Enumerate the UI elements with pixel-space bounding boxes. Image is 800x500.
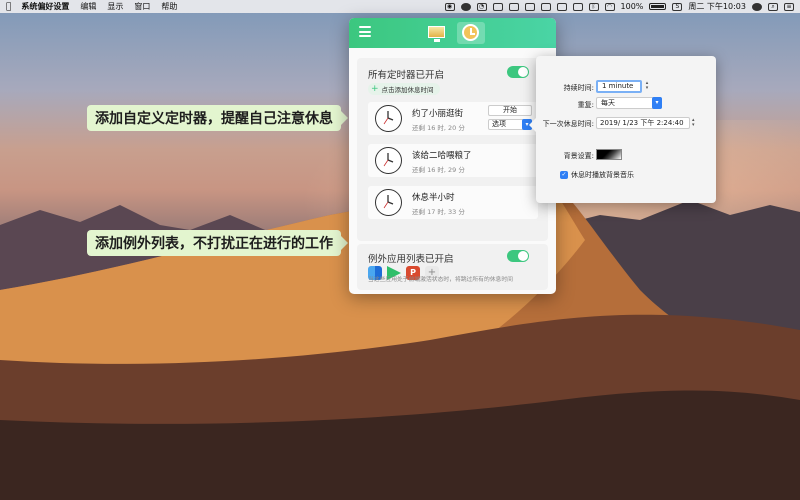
clock-face-icon (375, 189, 402, 216)
timer-remaining: 还剩 17 时, 33 分 (412, 208, 465, 216)
duration-field[interactable]: 1 minute (596, 80, 642, 93)
display-icon[interactable] (524, 2, 535, 11)
menu-window[interactable]: 窗口 (134, 1, 150, 12)
plus-icon: + (371, 84, 379, 94)
timer-name: 约了小丽逛街 (412, 109, 464, 119)
timer-detail-popover: 持续时间: 1 minute ▴ ▾ 重复: 每天 ▾ 下一次休息时间: 2019… (529, 56, 716, 203)
timer-remaining: 还剩 16 时, 29 分 (412, 166, 465, 174)
timer-item-1[interactable]: 约了小丽逛街 还剩 16 时, 20 分 开始 选项 ▾ (368, 102, 538, 135)
timer-popover: 所有定时器已开启 + 点击添加休息时间 约了小丽逛街 还剩 16 时, 20 分… (349, 18, 556, 294)
timers-toggle[interactable] (507, 66, 529, 78)
add-break-button[interactable]: + 点击添加休息时间 (368, 83, 440, 95)
airplay-icon[interactable] (540, 2, 551, 11)
next-break-stepper[interactable]: ▴ ▾ (692, 118, 695, 128)
search-icon[interactable]: ⌕ (768, 2, 778, 11)
dropbox-icon[interactable] (572, 2, 583, 11)
timers-section-title: 所有定时器已开启 (368, 70, 445, 81)
timer-name: 休息半小时 (412, 193, 455, 203)
timer-item-3[interactable]: 休息半小时 还剩 17 时, 33 分 (368, 186, 538, 219)
duration-stepper[interactable]: ▴ ▾ (644, 81, 650, 92)
music-checkbox-row[interactable]: ✓ 休息时播放背景音乐 (560, 170, 634, 180)
options-select[interactable]: 选项 ▾ (488, 119, 532, 130)
bluetooth-icon[interactable]: ᛒ (588, 2, 599, 11)
exceptions-toggle[interactable] (507, 250, 529, 262)
notification-center-icon[interactable]: ≡ (784, 2, 794, 11)
wechat-icon[interactable]: ◔ (476, 2, 487, 11)
callout-timers: 添加自定义定时器，提醒自己注意休息 (87, 105, 348, 131)
hamburger-menu-icon[interactable] (359, 26, 371, 37)
battery-icon[interactable] (649, 3, 667, 10)
user-avatar-icon[interactable] (752, 2, 762, 11)
keyboard-icon[interactable] (556, 2, 567, 11)
music-label: 休息时播放背景音乐 (571, 171, 634, 179)
image-icon[interactable] (492, 2, 503, 11)
options-select-label: 选项 (492, 120, 506, 128)
background-label: 背景设置: (563, 152, 594, 160)
cloud-icon[interactable] (460, 2, 471, 11)
tab-screen[interactable] (423, 22, 451, 44)
grid-icon[interactable] (508, 2, 519, 11)
background-swatch[interactable] (596, 149, 622, 160)
clock-face-icon (375, 147, 402, 174)
repeat-select-value: 每天 (601, 99, 615, 107)
repeat-select[interactable]: 每天 ▾ (596, 97, 662, 109)
menu-edit[interactable]: 编辑 (80, 1, 96, 12)
duration-label: 持续时间: (563, 84, 594, 92)
chevron-down-icon: ▾ (652, 97, 662, 109)
add-break-label: 点击添加休息时间 (381, 86, 434, 94)
start-button[interactable]: 开始 (488, 105, 532, 116)
menubar:  系统偏好设置 编辑 显示 窗口 帮助 ◉ ◔ ᛒ ◠ 100% S 周二 下… (0, 0, 800, 13)
menubar-status-area: ◉ ◔ ᛒ ◠ 100% S 周二 下午10:03 ⌕ ≡ (444, 1, 794, 12)
next-break-field[interactable]: 2019/ 1/23 下午 2:24:40 (596, 117, 690, 129)
input-source-icon[interactable]: S (672, 2, 683, 11)
timers-section: 所有定时器已开启 + 点击添加休息时间 约了小丽逛街 还剩 16 时, 20 分… (357, 58, 548, 241)
menu-view[interactable]: 显示 (107, 1, 123, 12)
eye-icon[interactable]: ◉ (444, 2, 455, 11)
battery-percent[interactable]: 100% (621, 2, 644, 11)
popover-header (349, 18, 556, 48)
exceptions-note: 当这些应用处于前端激活状态时，将跳过所有的休息时间 (368, 277, 513, 283)
exceptions-section-title: 例外应用列表已开启 (368, 254, 454, 265)
music-checkbox[interactable]: ✓ (560, 171, 568, 179)
menu-help[interactable]: 帮助 (161, 1, 177, 12)
monitor-icon (428, 26, 445, 42)
wifi-icon[interactable]: ◠ (604, 2, 615, 11)
apple-menu-icon[interactable]:  (6, 2, 11, 12)
exceptions-section: 例外应用列表已开启 P + (357, 244, 548, 290)
menubar-app-name[interactable]: 系统偏好设置 (21, 1, 69, 12)
tab-clock[interactable] (457, 22, 485, 44)
menubar-clock[interactable]: 周二 下午10:03 (688, 1, 746, 12)
callout-exceptions: 添加例外列表，不打扰正在进行的工作 (87, 230, 348, 256)
timer-item-2[interactable]: 该给二哈喂粮了 还剩 16 时, 29 分 (368, 144, 538, 177)
next-break-label: 下一次休息时间: (542, 120, 594, 128)
timer-name: 该给二哈喂粮了 (412, 151, 472, 161)
clock-face-icon (375, 105, 402, 132)
clock-icon (462, 24, 479, 41)
timer-remaining: 还剩 16 时, 20 分 (412, 124, 465, 132)
repeat-label: 重复: (577, 101, 594, 109)
